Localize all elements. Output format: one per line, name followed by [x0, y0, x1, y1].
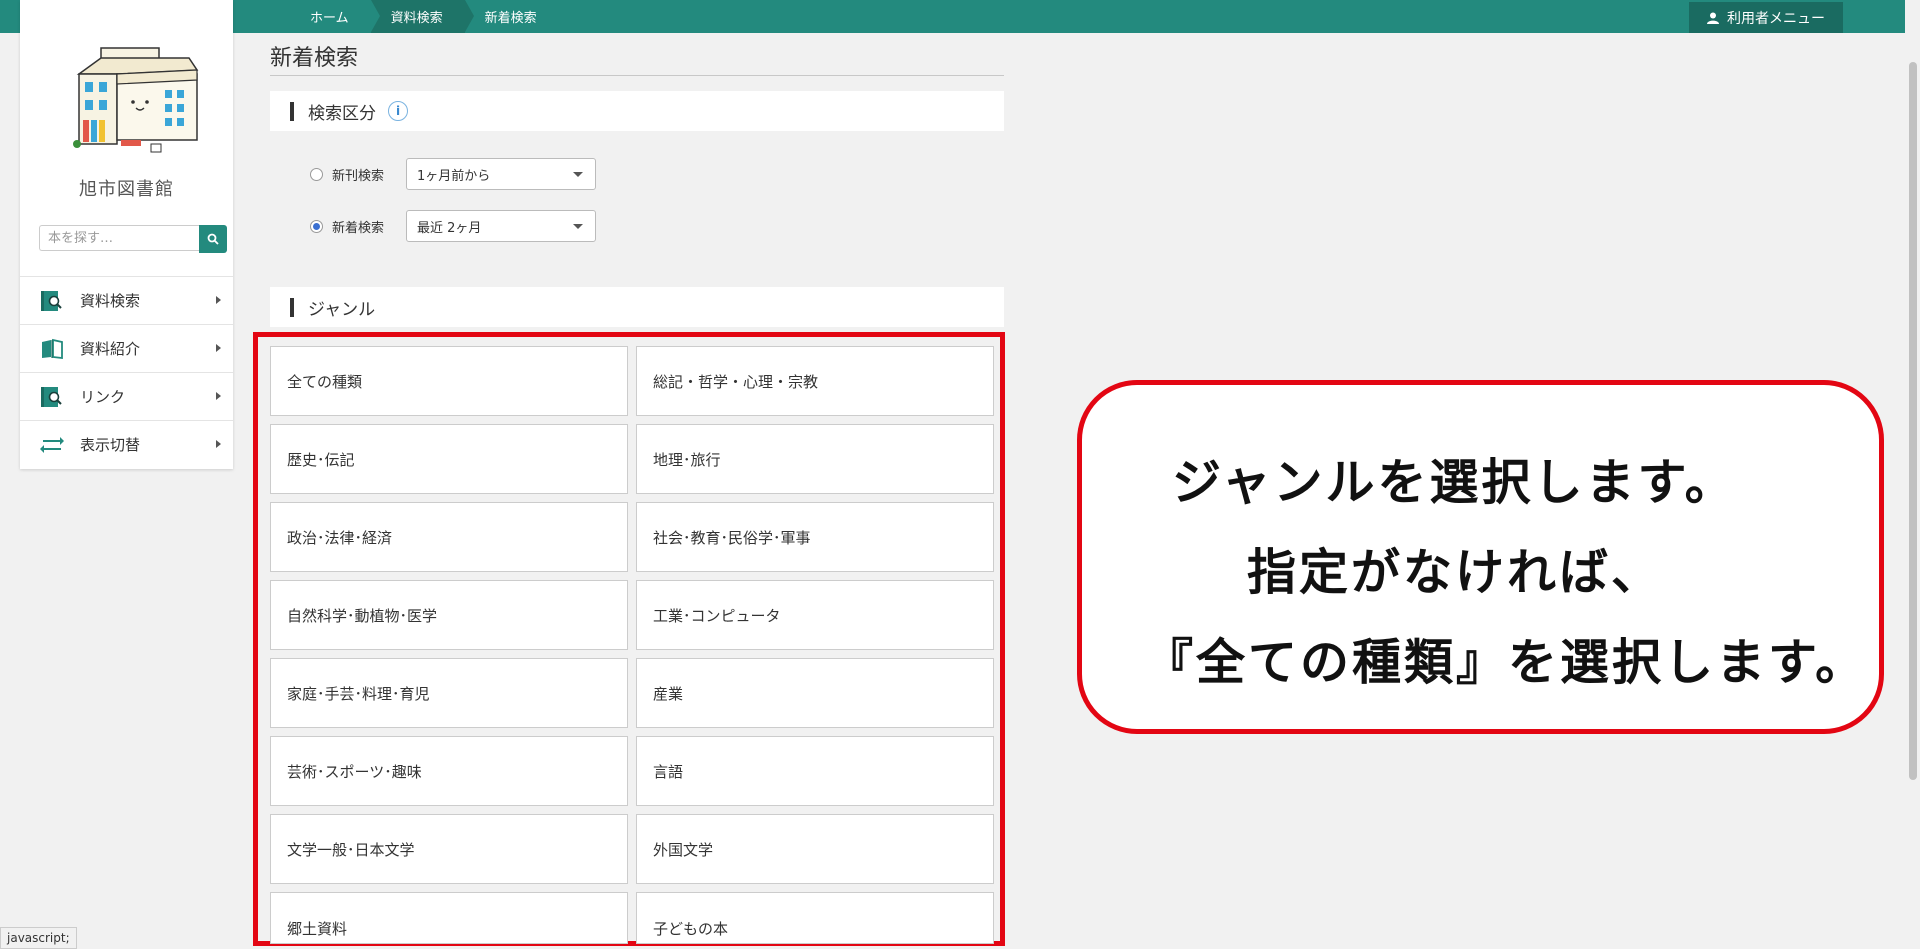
breadcrumb-separator — [464, 0, 474, 32]
genre-heading: ジャンル — [270, 287, 1004, 327]
open-book-icon — [39, 336, 65, 362]
breadcrumb-separator — [370, 0, 380, 32]
user-icon — [1707, 12, 1719, 24]
new-publications-radio[interactable] — [310, 167, 323, 181]
breadcrumb-home-label: ホーム — [310, 11, 349, 26]
callout-line: 『全ての種類』を選択します。 — [1144, 634, 1868, 691]
genre-foreign-literature[interactable]: 外国文学 — [636, 814, 994, 884]
sidebar-item-label: 資料紹介 — [80, 340, 141, 358]
chevron-down-icon — [573, 171, 583, 177]
genre-geography-travel[interactable]: 地理･旅行 — [636, 424, 994, 494]
breadcrumb: ホーム 資料検索 新着検索 — [290, 0, 559, 33]
book-search — [39, 225, 227, 253]
page-title: 新着検索 — [270, 46, 359, 71]
heading-bar — [290, 101, 294, 121]
instruction-callout: ジャンルを選択します。 指定がなければ、 『全ての種類』を選択します。 — [1077, 380, 1884, 734]
user-menu-label: 利用者メニュー — [1727, 10, 1825, 27]
sidebar-item-links[interactable]: リンク — [20, 372, 233, 420]
genre-society-education-folklore-military[interactable]: 社会･教育･民俗学･軍事 — [636, 502, 994, 572]
chevron-down-icon — [573, 223, 583, 229]
status-bar: javascript; — [0, 927, 77, 949]
genre-local-materials[interactable]: 郷土資料 — [270, 892, 628, 944]
new-arrivals-label[interactable]: 新着検索 — [332, 217, 406, 236]
swap-arrows-icon — [39, 432, 65, 458]
genre-industries[interactable]: 産業 — [636, 658, 994, 728]
genre-heading-label: ジャンル — [308, 299, 376, 320]
chevron-right-icon — [216, 440, 221, 448]
sidebar-item-material-search[interactable]: 資料検索 — [20, 276, 233, 324]
chevron-right-icon — [216, 344, 221, 352]
genre-industry-computers[interactable]: 工業･コンピュータ — [636, 580, 994, 650]
genre-literature-japanese[interactable]: 文学一般･日本文学 — [270, 814, 628, 884]
new-publications-period-value: 1ヶ月前から — [417, 168, 491, 184]
breadcrumb-new-arrivals: 新着検索 — [465, 0, 559, 33]
search-type-heading: 検索区分 i — [270, 91, 1004, 131]
new-publications-label[interactable]: 新刊検索 — [332, 165, 406, 184]
new-arrivals-period-select[interactable]: 最近 2ヶ月 — [406, 210, 596, 242]
chevron-right-icon — [216, 296, 221, 304]
library-logo — [65, 40, 215, 160]
genre-politics-law-economy[interactable]: 政治･法律･経済 — [270, 502, 628, 572]
breadcrumb-material-search-label: 資料検索 — [390, 11, 443, 26]
breadcrumb-material-search[interactable]: 資料検索 — [370, 0, 474, 33]
genre-language[interactable]: 言語 — [636, 736, 994, 806]
genre-home-crafts-cooking-childcare[interactable]: 家庭･手芸･料理･育児 — [270, 658, 628, 728]
heading-bar — [290, 297, 294, 317]
sidebar-item-display-toggle[interactable]: 表示切替 — [20, 420, 233, 468]
callout-line: ジャンルを選択します。 — [1172, 454, 1737, 511]
search-option-new-arrivals: 新着検索 最近 2ヶ月 — [310, 210, 596, 242]
breadcrumb-new-arrivals-label: 新着検索 — [484, 11, 537, 26]
chevron-right-icon — [216, 392, 221, 400]
library-name: 旭市図書館 — [79, 179, 174, 200]
new-arrivals-radio[interactable] — [310, 219, 323, 233]
sidebar-item-label: リンク — [80, 388, 126, 406]
search-book-icon — [39, 288, 65, 314]
sidebar-item-label: 表示切替 — [80, 436, 141, 454]
genre-science-nature-medicine[interactable]: 自然科学･動植物･医学 — [270, 580, 628, 650]
genre-arts-sports-hobbies[interactable]: 芸術･スポーツ･趣味 — [270, 736, 628, 806]
search-option-new-publications: 新刊検索 1ヶ月前から — [310, 158, 596, 190]
sidebar: 旭市図書館 資料検索 資料紹介 リンク — [20, 0, 233, 469]
genre-childrens-books[interactable]: 子どもの本 — [636, 892, 994, 944]
page-scrollbar[interactable] — [1905, 0, 1920, 949]
genre-history-biography[interactable]: 歴史･伝記 — [270, 424, 628, 494]
top-bar: ホーム 資料検索 新着検索 利用者メニュー — [0, 0, 1905, 33]
search-icon — [207, 230, 219, 249]
info-icon[interactable]: i — [388, 101, 408, 121]
sidebar-item-label: 資料検索 — [80, 292, 141, 310]
sidebar-item-material-intro[interactable]: 資料紹介 — [20, 324, 233, 372]
breadcrumb-home[interactable]: ホーム — [290, 0, 380, 33]
book-search-button[interactable] — [199, 225, 227, 253]
new-arrivals-period-value: 最近 2ヶ月 — [417, 220, 482, 236]
search-type-heading-label: 検索区分 — [308, 103, 376, 124]
user-menu-button[interactable]: 利用者メニュー — [1689, 2, 1843, 33]
book-search-input[interactable] — [39, 225, 199, 251]
scrollbar-thumb[interactable] — [1909, 62, 1917, 780]
sidebar-menu: 資料検索 資料紹介 リンク 表示切替 — [20, 276, 233, 468]
genre-all[interactable]: 全ての種類 — [270, 346, 628, 416]
title-divider — [270, 75, 1004, 76]
new-publications-period-select[interactable]: 1ヶ月前から — [406, 158, 596, 190]
link-book-icon — [39, 384, 65, 410]
callout-line: 指定がなければ、 — [1247, 544, 1664, 601]
genre-general-philosophy-religion[interactable]: 総記・哲学・心理・宗教 — [636, 346, 994, 416]
